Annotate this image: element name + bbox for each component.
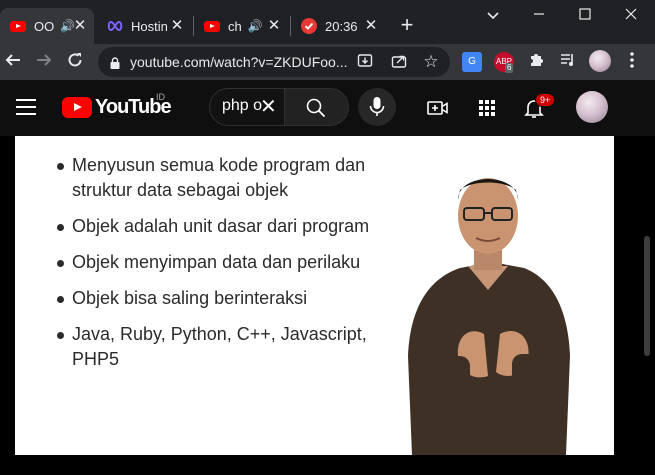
address-bar[interactable]: youtube.com/watch?v=ZKDUFoo... ☆ bbox=[98, 47, 450, 77]
tab-timer[interactable]: 20:36 ✕ bbox=[291, 8, 385, 44]
minimize-icon[interactable] bbox=[516, 4, 562, 28]
more-menu-icon[interactable] bbox=[620, 50, 644, 74]
adblock-extension-icon[interactable]: ABP 6 bbox=[494, 52, 514, 73]
tab-hosting[interactable]: Hostin ✕ bbox=[97, 8, 191, 44]
slide-bullet: Objek adalah unit dasar dari program bbox=[57, 214, 387, 239]
forward-arrow-icon[interactable] bbox=[32, 50, 56, 74]
url-text[interactable]: youtube.com/watch?v=ZKDUFoo... bbox=[130, 54, 348, 70]
tab-title: OO bbox=[34, 18, 55, 34]
youtube-favicon-icon bbox=[204, 18, 220, 34]
region-code: ID bbox=[156, 92, 165, 102]
reload-icon[interactable] bbox=[63, 50, 87, 74]
slide-bullet: Menyusun semua kode program dan struktur… bbox=[57, 153, 387, 203]
extensions-puzzle-icon[interactable] bbox=[526, 52, 546, 72]
bookmark-star-icon[interactable]: ☆ bbox=[422, 53, 440, 71]
maximize-icon[interactable] bbox=[562, 4, 608, 28]
slide-bullet: Objek menyimpan data dan perilaku bbox=[57, 250, 387, 275]
page-scrollbar[interactable] bbox=[644, 236, 650, 356]
search-input[interactable] bbox=[222, 97, 262, 115]
browser-toolbar: youtube.com/watch?v=ZKDUFoo... ☆ G ABP 6 bbox=[0, 44, 655, 80]
new-tab-icon[interactable]: + bbox=[396, 14, 418, 36]
lock-icon[interactable] bbox=[110, 56, 120, 74]
slide-bullet: Objek bisa saling berinteraksi bbox=[57, 286, 387, 311]
tab-youtube-oo[interactable]: OO 🔊 ✕ bbox=[0, 8, 94, 44]
red-check-icon bbox=[301, 18, 317, 34]
guide-menu-icon[interactable] bbox=[16, 99, 36, 117]
video-player[interactable]: Menyusun semua kode program dan struktur… bbox=[0, 136, 655, 475]
search-box[interactable]: ✕ bbox=[209, 88, 285, 126]
tab-close-icon[interactable]: ✕ bbox=[363, 18, 379, 34]
translate-extension-label: G bbox=[468, 56, 476, 67]
translate-extension-icon[interactable]: G bbox=[462, 52, 482, 72]
search-button[interactable] bbox=[285, 88, 349, 126]
tab-close-icon[interactable]: ✕ bbox=[169, 18, 185, 34]
speaker-icon[interactable]: 🔊 bbox=[248, 19, 263, 33]
tab-search-dropdown-icon[interactable] bbox=[470, 4, 516, 28]
microphone-icon bbox=[369, 97, 385, 116]
media-control-icon[interactable] bbox=[558, 52, 578, 72]
slide-bullet: Java, Ruby, Python, C++, Javascript, PHP… bbox=[57, 322, 387, 372]
slide-bullet-list: Menyusun semua kode program dan struktur… bbox=[57, 153, 387, 383]
youtube-masthead: YouTube ID ✕ 9+ bbox=[0, 80, 655, 136]
youtube-favicon-icon bbox=[10, 18, 26, 34]
clear-search-icon[interactable]: ✕ bbox=[260, 96, 277, 118]
apps-grid-icon[interactable] bbox=[475, 96, 499, 120]
tab-close-icon[interactable]: ✕ bbox=[72, 18, 88, 34]
window-close-icon[interactable] bbox=[608, 4, 654, 28]
back-arrow-icon[interactable] bbox=[1, 50, 25, 74]
profile-avatar[interactable] bbox=[589, 50, 611, 72]
notification-count-badge: 9+ bbox=[535, 93, 556, 107]
search-icon bbox=[306, 98, 326, 118]
account-avatar[interactable] bbox=[576, 91, 608, 123]
install-app-icon[interactable] bbox=[356, 53, 374, 71]
tab-title: 20:36 bbox=[325, 18, 358, 34]
youtube-logo[interactable]: YouTube ID bbox=[62, 92, 172, 119]
share-icon[interactable] bbox=[390, 53, 408, 71]
tab-title: Hostin bbox=[131, 18, 168, 34]
tab-close-icon[interactable]: ✕ bbox=[266, 18, 282, 34]
browser-tab-strip: OO 🔊 ✕ Hostin ✕ ch 🔊 ✕ 20:36 ✕ + bbox=[0, 0, 655, 44]
create-video-icon[interactable] bbox=[426, 96, 450, 120]
tab-title: ch bbox=[228, 18, 242, 34]
presenter-figure bbox=[408, 178, 570, 455]
infinity-favicon-icon bbox=[107, 18, 123, 34]
adblock-badge: 6 bbox=[505, 63, 514, 73]
video-frame-slide: Menyusun semua kode program dan struktur… bbox=[15, 136, 614, 455]
voice-search-button[interactable] bbox=[358, 88, 396, 126]
tab-youtube-ch[interactable]: ch 🔊 ✕ bbox=[194, 8, 288, 44]
youtube-play-icon bbox=[62, 97, 92, 118]
